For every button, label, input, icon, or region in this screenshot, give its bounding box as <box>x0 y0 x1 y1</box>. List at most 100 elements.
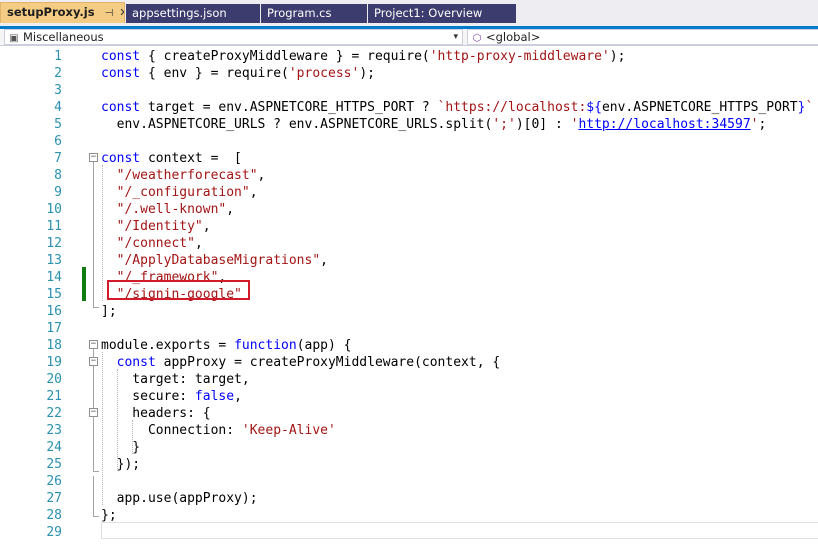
code-line[interactable]: const context = [ <box>101 150 242 167</box>
code-token: } <box>101 440 141 455</box>
code-token: , <box>257 168 266 183</box>
current-line-indicator <box>101 522 818 539</box>
line-number: 19 <box>46 355 62 370</box>
line-number: 15 <box>46 287 62 302</box>
line-number: 8 <box>54 168 62 183</box>
line-number: 6 <box>54 134 62 149</box>
code-line[interactable]: "/ApplyDatabaseMigrations", <box>101 252 328 269</box>
navigation-bar: ▣ Miscellaneous ▾ ⬡ <global> <box>0 29 818 46</box>
change-marker <box>82 267 86 301</box>
code-token: , <box>249 185 258 200</box>
line-number: 22 <box>46 406 62 421</box>
line-number: 23 <box>46 423 62 438</box>
collapse-icon[interactable]: − <box>89 340 98 349</box>
code-line[interactable]: } <box>101 439 140 456</box>
code-token: module.exports = <box>101 338 235 353</box>
code-line[interactable]: "/Identity", <box>101 218 211 235</box>
line-number: 2 <box>54 66 62 81</box>
code-token: , <box>202 219 211 234</box>
url-link[interactable]: http://localhost:34597 <box>578 117 750 132</box>
keyword-token: const <box>101 66 141 81</box>
scope-dropdown[interactable]: ⬡ <global> <box>467 29 818 45</box>
outline-end <box>93 471 99 472</box>
code-line[interactable]: Connection: 'Keep-Alive' <box>101 422 336 439</box>
code-line[interactable]: app.use(appProxy); <box>101 490 258 507</box>
code-line[interactable]: const { createProxyMiddleware } = requir… <box>101 48 625 65</box>
code-token: { env } = require( <box>140 66 289 81</box>
string-token: 'Keep-Alive' <box>241 423 336 438</box>
code-token: , <box>320 253 328 268</box>
code-line[interactable]: "/.well-known", <box>101 201 234 218</box>
line-number: 24 <box>46 440 62 455</box>
tab-label: Project1: Overview <box>374 6 483 20</box>
code-editor[interactable]: 1 2 3 4 5 6 7 8 9 10 11 12 13 14 15 16 17 18 19 20 21 22 23 24 2… <box>0 46 818 550</box>
code-token: env.ASPNETCORE_URLS ? env.ASPNETCORE_URL… <box>101 117 493 132</box>
code-line[interactable]: secure: false, <box>101 388 242 405</box>
tab-appsettings-json[interactable]: appsettings.json <box>126 4 260 23</box>
code-token: Connection: <box>101 423 242 438</box>
code-token: , <box>194 236 203 251</box>
keyword-token: function <box>234 338 297 353</box>
project-dropdown-label: Miscellaneous <box>23 30 104 44</box>
string-token: `https://localhost: <box>437 100 587 115</box>
js-file-icon: ▣ <box>9 33 19 44</box>
code-token: { createProxyMiddleware } = require( <box>140 49 430 64</box>
tab-label: Program.cs <box>267 6 332 20</box>
line-number: 12 <box>46 236 62 251</box>
code-line[interactable]: env.ASPNETCORE_URLS ? env.ASPNETCORE_URL… <box>101 116 767 133</box>
code-line[interactable]: const target = env.ASPNETCORE_HTTPS_PORT… <box>101 99 818 116</box>
code-line[interactable]: module.exports = function(app) { <box>101 337 351 354</box>
collapse-icon[interactable]: − <box>89 357 98 366</box>
outline-line <box>93 476 94 516</box>
string-token: "/.well-known" <box>116 202 227 217</box>
project-dropdown[interactable]: ▣ Miscellaneous ▾ <box>4 29 463 45</box>
collapse-icon[interactable]: − <box>89 153 98 162</box>
outline-end <box>93 516 99 517</box>
close-icon[interactable]: ✕ <box>119 6 124 19</box>
tab-program-cs[interactable]: Program.cs <box>261 4 367 23</box>
outline-end <box>93 307 99 308</box>
code-line[interactable]: target: target, <box>101 371 250 388</box>
string-token: 'http-proxy-middleware' <box>429 49 610 64</box>
tab-label: appsettings.json <box>132 6 227 20</box>
code-token: target: target, <box>101 372 250 387</box>
line-number: 28 <box>46 508 62 523</box>
code-token: ]; <box>101 304 117 319</box>
indent-guide <box>132 420 133 454</box>
code-line[interactable]: "/weatherforecast", <box>101 167 266 184</box>
tab-setupproxy-js[interactable]: setupProxy.js ⊣ ✕ <box>0 2 125 23</box>
line-number: 27 <box>46 491 62 506</box>
line-number: 25 <box>46 457 62 472</box>
line-number: 3 <box>54 83 62 98</box>
line-number: 14 <box>46 270 62 285</box>
code-line[interactable]: "/_configuration", <box>101 184 258 201</box>
line-number: 9 <box>54 185 62 200</box>
code-line[interactable]: ]; <box>101 303 117 320</box>
collapse-icon[interactable]: − <box>89 408 98 417</box>
outline-line <box>93 162 94 307</box>
code-line[interactable]: }); <box>101 456 141 473</box>
line-number: 26 <box>46 474 62 489</box>
tab-project1-overview[interactable]: Project1: Overview <box>368 4 516 23</box>
code-token: env.ASPNETCORE_HTTPS_PORT <box>601 100 798 115</box>
chevron-down-icon[interactable]: ▾ <box>453 30 458 44</box>
pin-icon[interactable]: ⊣ <box>105 8 114 19</box>
code-line[interactable]: const { env } = require('process'); <box>101 65 375 82</box>
code-token: : <box>813 100 818 115</box>
string-token: 'process' <box>288 66 360 81</box>
indent-guide <box>102 165 103 301</box>
code-token: ); <box>359 66 375 81</box>
indent-guide <box>117 369 118 471</box>
line-number: 13 <box>46 253 62 268</box>
outline-line <box>93 366 94 411</box>
string-token: "/weatherforecast" <box>116 168 258 183</box>
code-token: , <box>226 202 235 217</box>
code-line[interactable]: const appProxy = createProxyMiddleware(c… <box>101 354 501 371</box>
code-line[interactable]: "/connect", <box>101 235 203 252</box>
